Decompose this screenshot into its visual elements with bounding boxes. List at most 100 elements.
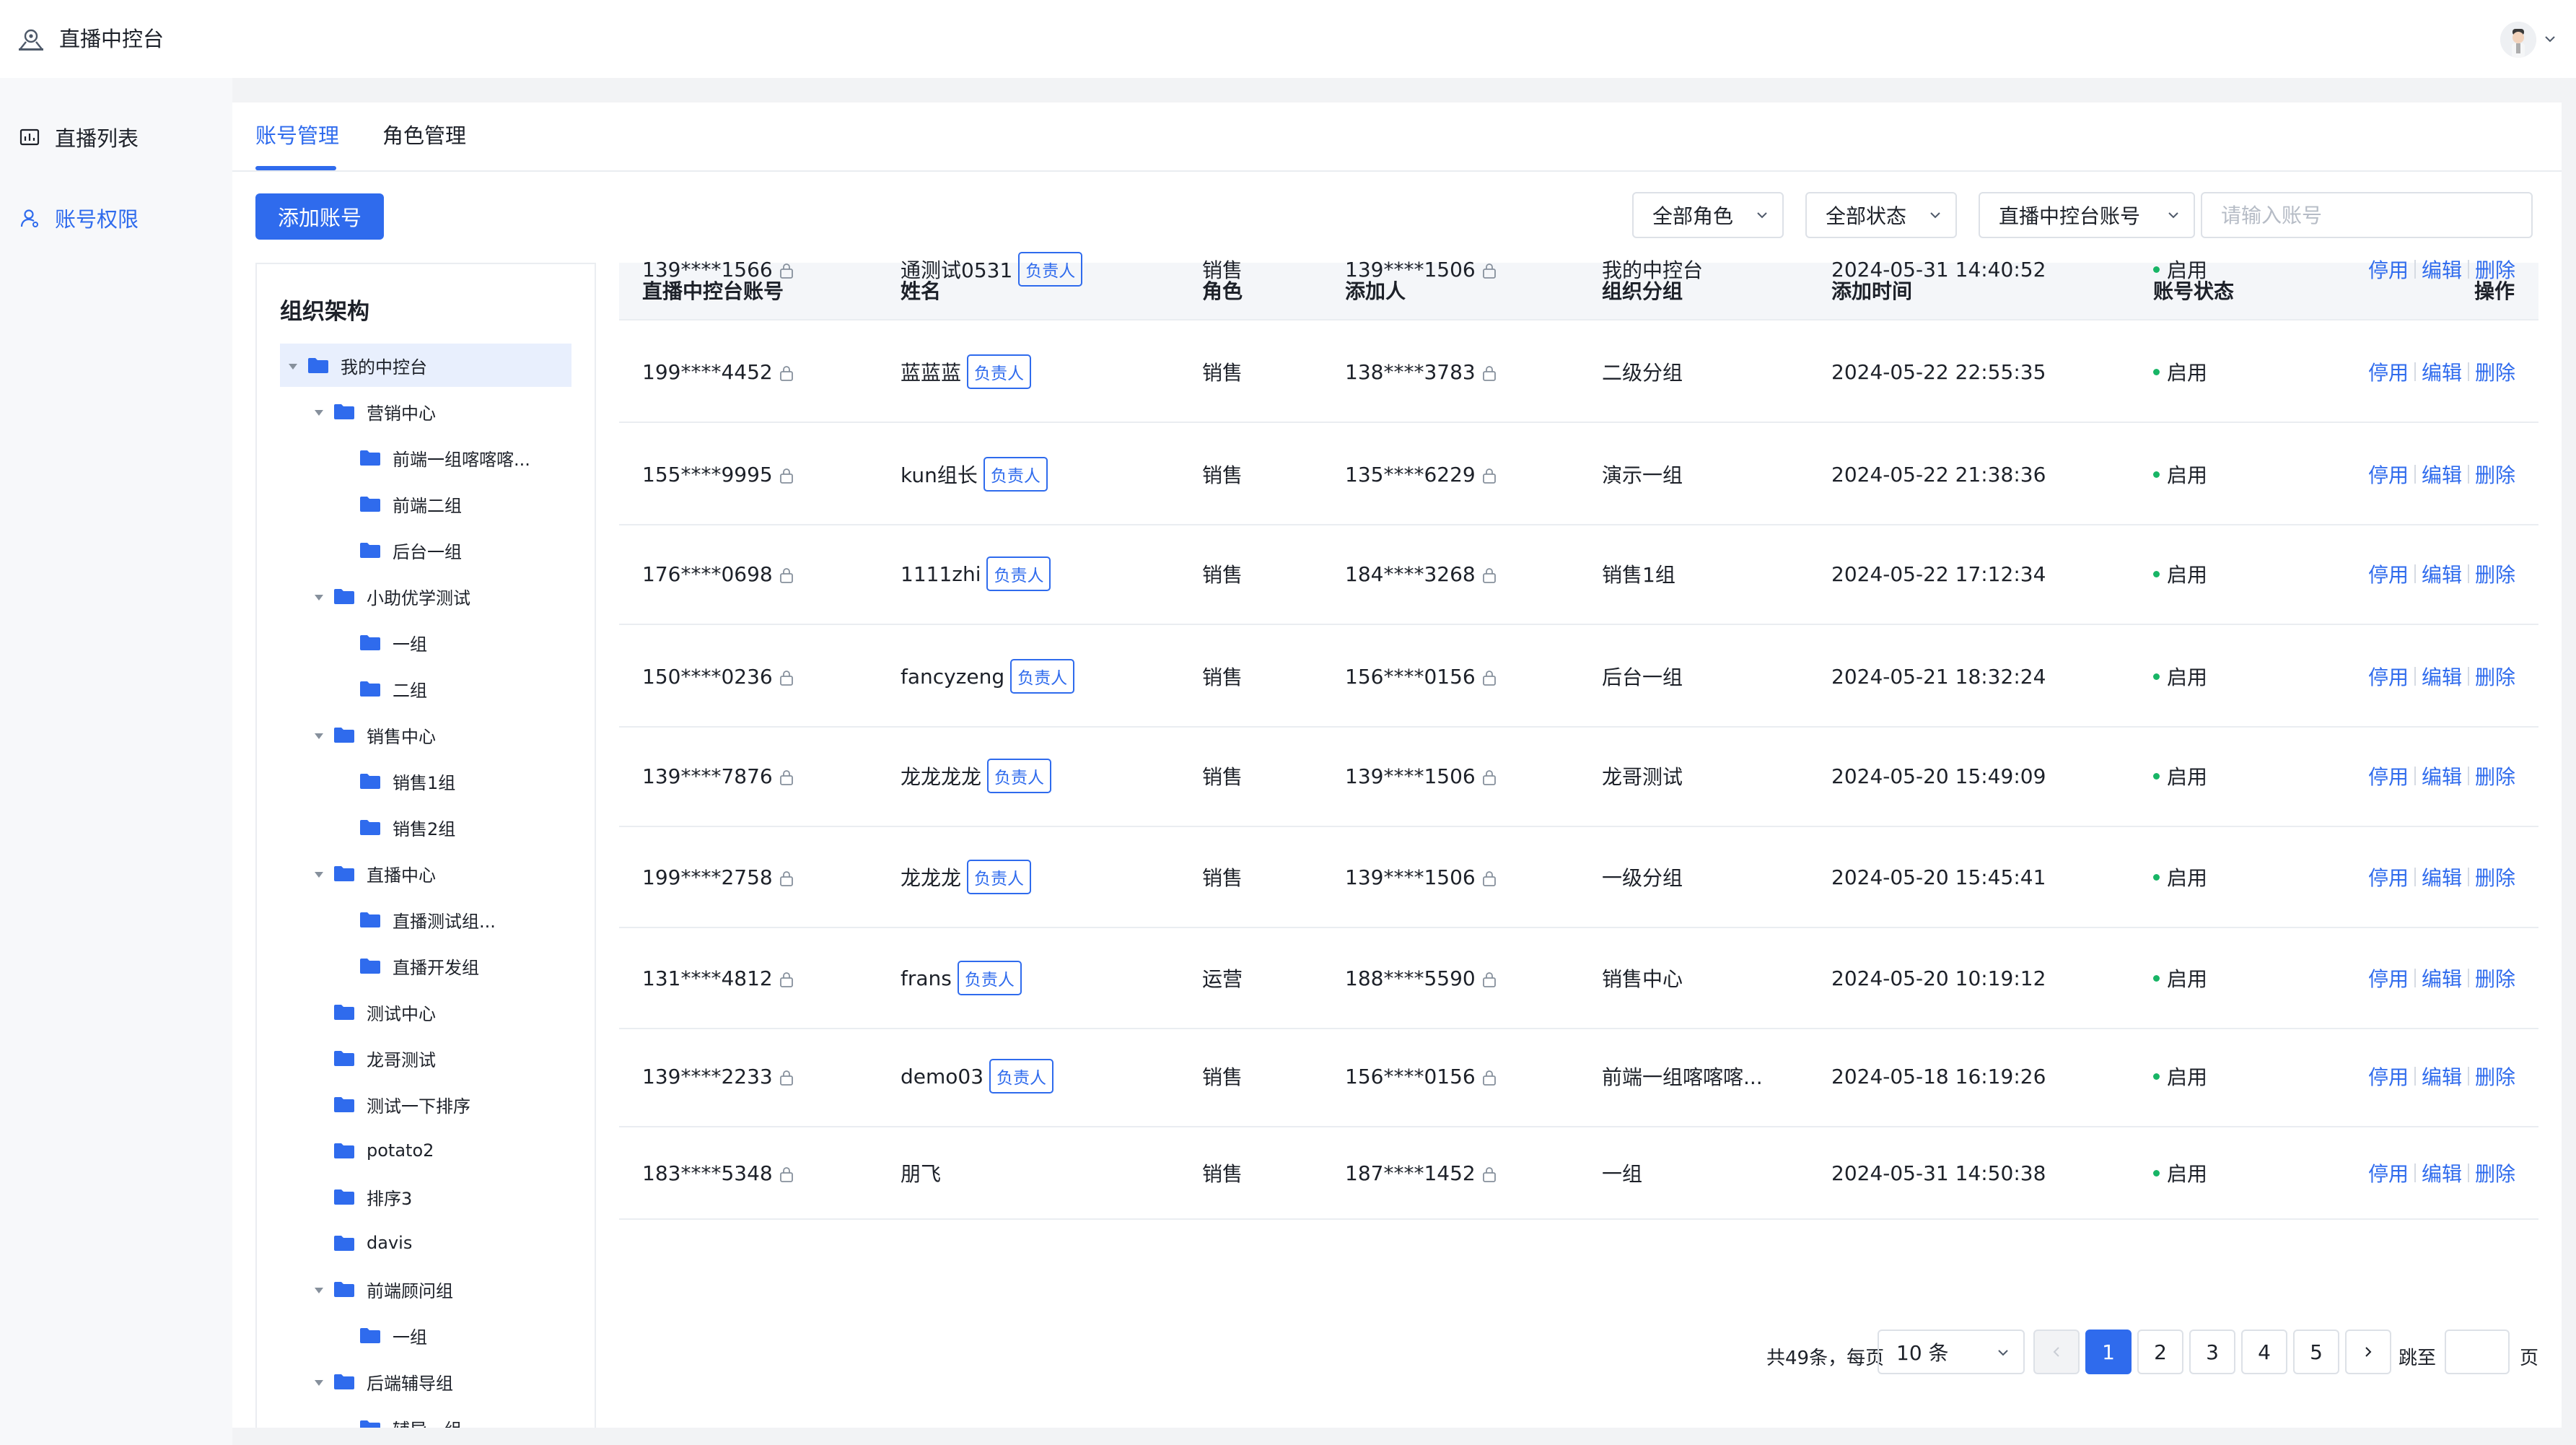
disable-button[interactable]: 停用 [2368,964,2409,992]
tree-node[interactable]: 前端顾问组 [280,1267,571,1311]
tree-node[interactable]: 销售2组 [280,806,571,849]
tree-node[interactable]: 测试一下排序 [280,1083,571,1126]
disable-button[interactable]: 停用 [2368,460,2409,489]
group-cell-text: 销售1组 [1602,563,1675,587]
jump-page-input[interactable] [2445,1330,2510,1374]
adder-cell-text: 139****1506 [1345,865,1476,889]
folder-icon [359,541,381,559]
delete-button[interactable]: 删除 [2475,357,2515,386]
edit-button[interactable]: 编辑 [2422,761,2462,790]
edit-button[interactable]: 编辑 [2422,357,2462,386]
delete-button[interactable]: 删除 [2475,559,2515,588]
delete-button[interactable]: 删除 [2475,460,2515,489]
tree-node[interactable]: davis [280,1221,571,1265]
disable-button[interactable]: 停用 [2368,863,2409,891]
delete-button[interactable]: 删除 [2475,255,2515,284]
delete-button[interactable]: 删除 [2475,964,2515,992]
page-button-5[interactable]: 5 [2293,1330,2339,1374]
edit-button[interactable]: 编辑 [2422,559,2462,588]
caret-down-icon[interactable] [312,866,326,881]
disable-button[interactable]: 停用 [2368,357,2409,386]
disable-button[interactable]: 停用 [2368,1158,2409,1187]
delete-button[interactable]: 删除 [2475,1158,2515,1187]
tree-node[interactable]: 龙哥测试 [280,1036,571,1080]
role-cell-text: 销售 [1202,665,1243,689]
page-button-3[interactable]: 3 [2189,1330,2235,1374]
tree-node[interactable]: 一组 [280,1314,571,1357]
page-button-2[interactable]: 2 [2137,1330,2183,1374]
adder-cell-text: 139****1506 [1345,257,1476,281]
tree-node[interactable]: 直播测试组... [280,898,571,941]
row-actions: 停用 编辑 删除 [2368,219,2515,319]
next-page-button[interactable] [2345,1330,2391,1374]
tree-node[interactable]: 直播中心 [280,852,571,895]
caret-down-icon[interactable] [286,358,300,372]
sidebar-item-live-list[interactable]: 直播列表 [17,117,219,157]
disable-button[interactable]: 停用 [2368,761,2409,790]
tree-node[interactable]: 小助优学测试 [280,575,571,618]
delete-button[interactable]: 删除 [2475,761,2515,790]
tree-node[interactable]: 测试中心 [280,990,571,1034]
page-button-4[interactable]: 4 [2241,1330,2287,1374]
row-actions: 停用 编辑 删除 [2368,424,2515,524]
page-size-select[interactable]: 10 条 [1878,1330,2025,1374]
time-cell-text: 2024-05-21 18:32:24 [1831,664,2046,689]
prev-page-button[interactable] [2033,1330,2080,1374]
tab-account-management[interactable]: 账号管理 [255,121,339,150]
caret-down-icon[interactable] [312,1282,326,1296]
caret-down-icon[interactable] [312,728,326,742]
status-cell: 启用 [2153,928,2207,1028]
tree-node-label: 直播测试组... [393,911,496,932]
tree-node[interactable]: 后台一组 [280,528,571,572]
tree-node[interactable]: 前端二组 [280,482,571,525]
tree-node-label: 龙哥测试 [367,1049,436,1070]
page-button-1[interactable]: 1 [2085,1330,2132,1374]
chevron-down-icon[interactable] [2541,30,2559,48]
folder-icon [307,357,329,374]
role-cell: 销售 [1202,1026,1243,1126]
delete-button[interactable]: 删除 [2475,863,2515,891]
name-cell-text: 龙龙龙龙 [901,765,982,789]
tab-role-management[interactable]: 角色管理 [382,121,466,150]
tree-node[interactable]: 销售1组 [280,759,571,803]
disable-button[interactable]: 停用 [2368,559,2409,588]
row-actions: 停用 编辑 删除 [2368,726,2515,826]
edit-button[interactable]: 编辑 [2422,1062,2462,1091]
tree-node[interactable]: 二组 [280,667,571,710]
edit-button[interactable]: 编辑 [2422,863,2462,891]
adder-cell: 135****6229 [1345,424,1497,524]
edit-button[interactable]: 编辑 [2422,964,2462,992]
leader-badge: 负责人 [967,354,1032,389]
name-cell-text: demo03 [901,1064,984,1088]
app-title: 直播中控台 [59,27,165,51]
tree-node[interactable]: 我的中控台 [280,344,571,387]
add-account-button[interactable]: 添加账号 [255,193,384,240]
tree-node[interactable]: 营销中心 [280,390,571,433]
delete-button[interactable]: 删除 [2475,662,2515,691]
tree-node[interactable]: 后端辅导组 [280,1360,571,1403]
tree-node[interactable]: 一组 [280,621,571,664]
disable-button[interactable]: 停用 [2368,1062,2409,1091]
edit-button[interactable]: 编辑 [2422,1158,2462,1187]
edit-button[interactable]: 编辑 [2422,460,2462,489]
disable-button[interactable]: 停用 [2368,255,2409,284]
tree-node[interactable]: 前端一组喀喀喀... [280,436,571,479]
caret-down-icon[interactable] [312,1374,326,1389]
disable-button[interactable]: 停用 [2368,662,2409,691]
edit-button[interactable]: 编辑 [2422,255,2462,284]
caret-down-icon[interactable] [312,589,326,603]
tree-node[interactable]: 销售中心 [280,713,571,756]
tree-node[interactable]: 排序3 [280,1175,571,1218]
edit-button[interactable]: 编辑 [2422,662,2462,691]
tree-node[interactable]: 直播开发组 [280,944,571,987]
delete-button[interactable]: 删除 [2475,1062,2515,1091]
table-row: 131****4812 frans 负责人 运营 188****5590 销售中心 2024… [619,928,2538,1029]
tree-node[interactable]: potato2 [280,1129,571,1172]
caret-down-icon[interactable] [312,404,326,419]
table-row: 139****2233 demo03 负责人 销售 156****0156 前端一组喀喀喀… [619,1026,2538,1127]
sidebar-item-account-permission[interactable]: 账号权限 [17,198,219,238]
avatar[interactable] [2500,22,2536,58]
tree-node[interactable]: 辅导一组 [280,1406,571,1428]
group-cell: 一组 [1602,1127,1642,1218]
status-cell: 启用 [2153,1127,2207,1218]
